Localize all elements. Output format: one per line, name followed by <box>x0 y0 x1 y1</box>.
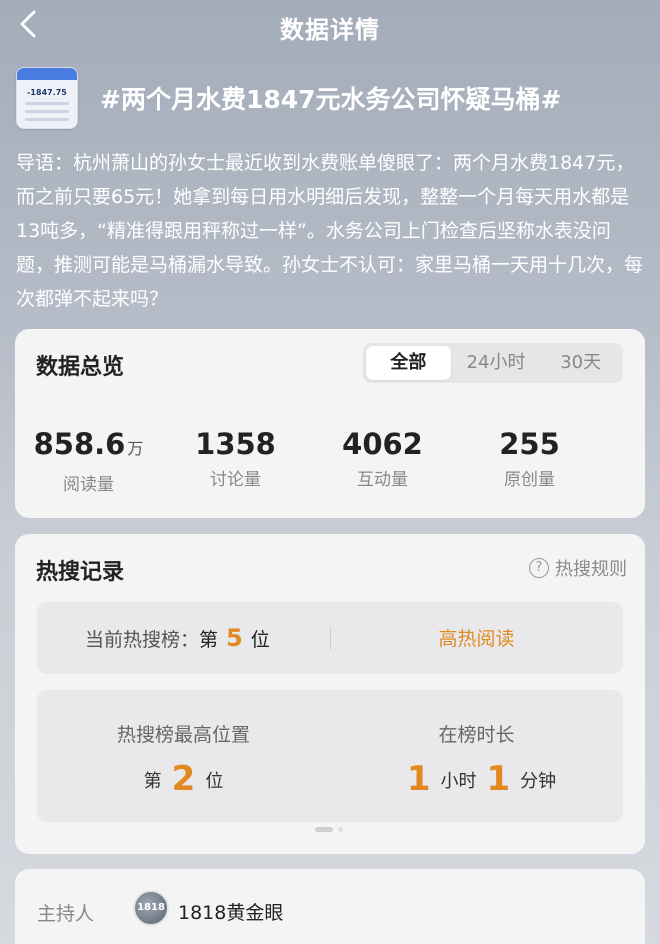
best-rank-box: 热搜榜最高位置 第2位 在榜时长 1 小时 1 分钟 <box>37 690 623 822</box>
tab-all[interactable]: 全部 <box>366 346 451 380</box>
stat-label: 阅读量 <box>63 475 114 495</box>
stat-value: 4062 <box>342 427 423 461</box>
stat-value: 858.6 <box>33 427 126 461</box>
tab-24h[interactable]: 24小时 <box>454 346 539 380</box>
host-label: 主持人 <box>37 903 95 925</box>
stat-label: 互动量 <box>357 470 408 490</box>
time-range-tabs: 全部 24小时 30天 <box>363 343 623 383</box>
hot-read-badge[interactable]: 高热阅读 <box>330 624 623 651</box>
rank-prefix: 第 <box>143 771 162 792</box>
best-position: 热搜榜最高位置 第2位 <box>37 720 330 799</box>
minutes-unit: 分钟 <box>520 771 557 792</box>
hot-search-card: 热搜记录 ? 热搜规则 当前热搜榜：第 5 位 高热阅读 热搜榜最高位置 第2位 在… <box>15 534 645 854</box>
rank-prefix: 第 <box>199 629 219 651</box>
hot-search-title: 热搜记录 <box>36 560 125 585</box>
current-rank-label: 当前热搜榜： <box>85 629 200 651</box>
question-circle-icon: ? <box>529 558 549 578</box>
best-rank-number: 2 <box>171 759 196 799</box>
host-name[interactable]: 1818黄金眼 <box>178 898 283 925</box>
tab-30d[interactable]: 30天 <box>538 346 623 380</box>
stat-label: 原创量 <box>504 470 555 490</box>
topic-thumbnail[interactable]: -1847.75 <box>16 67 78 129</box>
thumbnail-amount: -1847.75 <box>27 88 67 97</box>
page-title: 数据详情 <box>280 16 380 44</box>
host-avatar[interactable]: 1818 <box>133 890 169 926</box>
hot-search-rules-link[interactable]: ? 热搜规则 <box>529 555 627 581</box>
topic-intro: 导语：杭州萧山的孙女士最近收到水费账单傻眼了：两个月水费1847元，而之前只要6… <box>16 152 644 310</box>
stat-interactions: 4062 互动量 <box>309 427 456 495</box>
duration-minutes: 1 <box>486 759 511 799</box>
stat-label: 讨论量 <box>210 470 261 490</box>
stat-unit: 万 <box>127 439 144 458</box>
rank-suffix: 位 <box>250 629 270 651</box>
stat-discussions: 1358 讨论量 <box>162 427 309 495</box>
duration-hours: 1 <box>406 759 431 799</box>
rules-label: 热搜规则 <box>555 559 627 580</box>
host-card: 主持人 1818 1818黄金眼 <box>15 869 645 944</box>
stat-value: 255 <box>499 427 560 461</box>
rank-suffix: 位 <box>205 771 224 792</box>
stat-reads: 858.6 万 阅读量 <box>15 427 162 495</box>
stat-value: 1358 <box>195 427 276 461</box>
page-dot <box>338 827 343 832</box>
duration-label: 在榜时长 <box>438 724 515 746</box>
current-rank-number: 5 <box>226 624 243 652</box>
stat-originals: 255 原创量 <box>456 427 603 495</box>
overview-card: 数据总览 全部 24小时 30天 858.6 万 阅读量 1358 讨论量 406… <box>15 329 645 518</box>
current-rank-box: 当前热搜榜：第 5 位 高热阅读 <box>37 602 623 674</box>
best-position-label: 热搜榜最高位置 <box>116 724 250 746</box>
topic-title: #两个月水费1847元水务公司怀疑马桶# <box>100 85 562 114</box>
overview-title: 数据总览 <box>36 355 125 380</box>
nav-bar: 数据详情 <box>0 0 660 50</box>
stats-row: 858.6 万 阅读量 1358 讨论量 4062 互动量 255 原创量 <box>15 427 645 495</box>
hours-unit: 小时 <box>440 771 477 792</box>
page-dot-active <box>315 827 333 832</box>
on-list-duration: 在榜时长 1 小时 1 分钟 <box>330 720 623 799</box>
page-indicator <box>315 827 343 832</box>
